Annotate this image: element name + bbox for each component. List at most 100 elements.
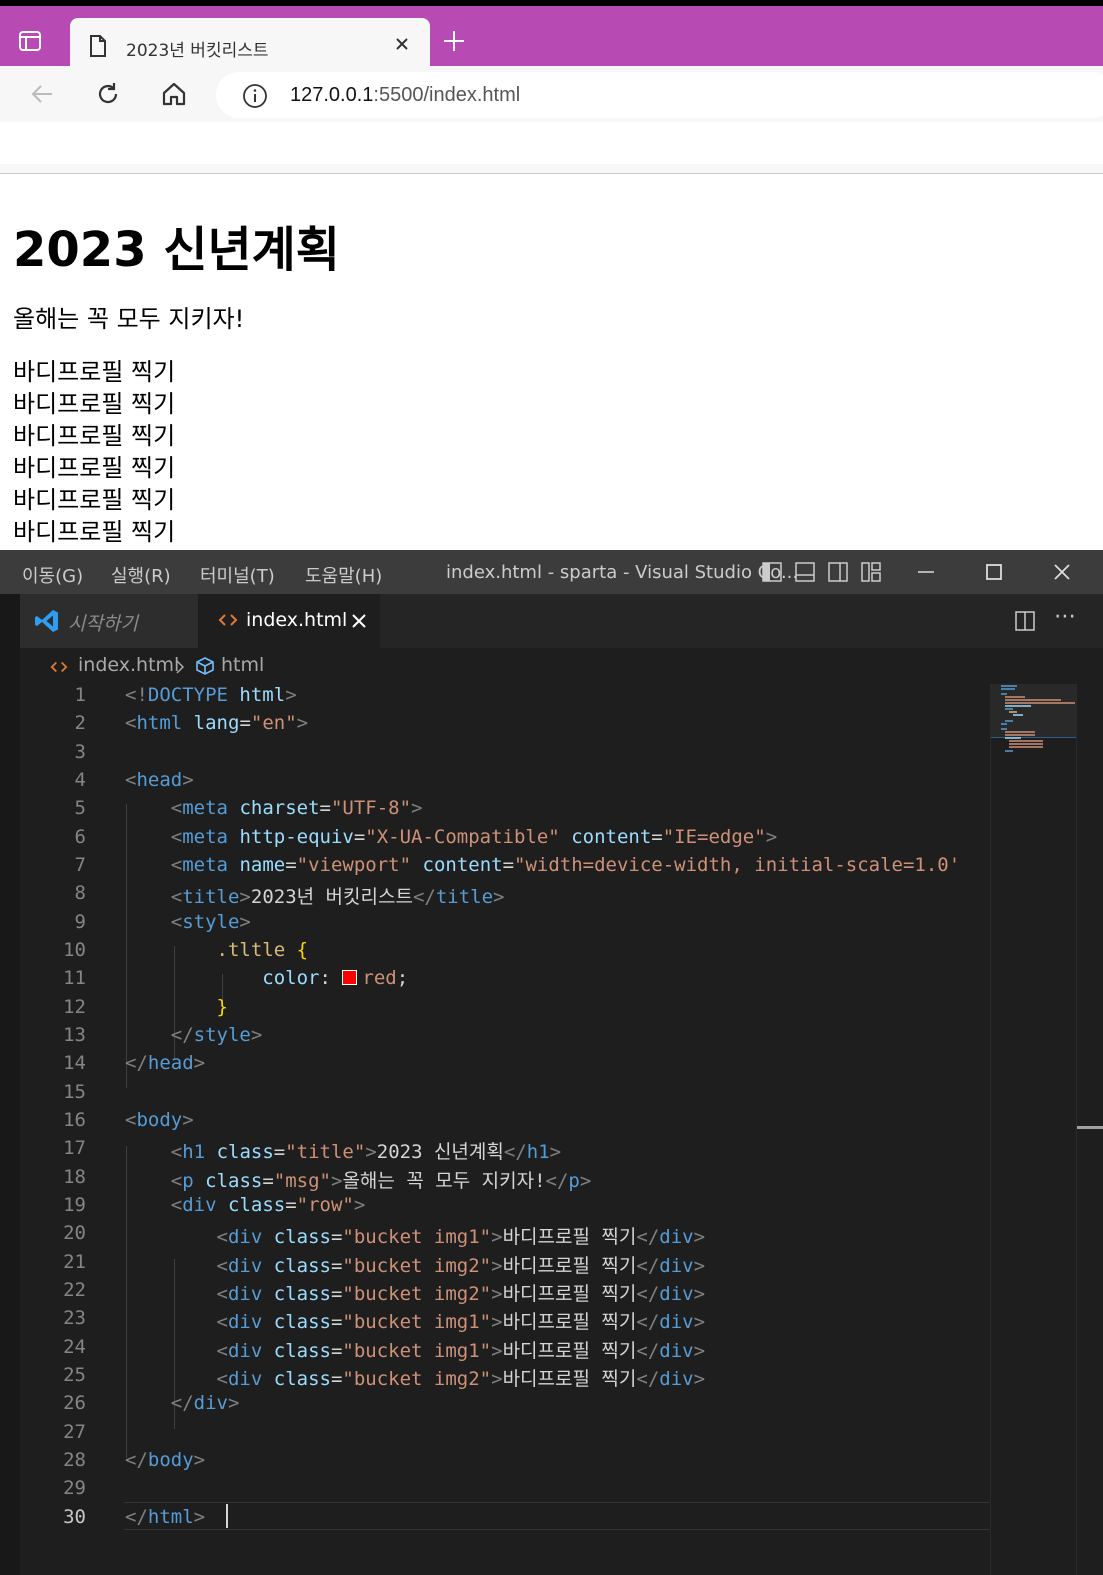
- tab-index-html[interactable]: index.html: [198, 594, 380, 648]
- line-number: 23: [63, 1307, 86, 1329]
- line-number: 1: [74, 684, 86, 706]
- maximize-icon[interactable]: [982, 560, 1006, 588]
- line-number: 4: [74, 769, 86, 791]
- bucket-item: 바디프로필 찍기: [13, 390, 176, 418]
- code-line: <div class="bucket img1">바디프로필 찍기</div>: [216, 1311, 706, 1333]
- bucket-text: 바디프로필 찍기: [502, 1255, 637, 1277]
- text-cursor: [226, 1504, 228, 1528]
- back-arrow-icon[interactable]: [28, 80, 56, 112]
- code-line: <h1 class="title">2023 신년계획</h1>: [170, 1141, 562, 1163]
- line-number-current: 30: [63, 1506, 86, 1528]
- tab-strip: 2023년 버킷리스트: [0, 6, 1103, 72]
- line-number: 28: [63, 1449, 86, 1471]
- breadcrumb-symbol[interactable]: html: [221, 654, 264, 676]
- line-number: 2: [74, 712, 86, 734]
- code-line: <div class="row">: [170, 1194, 366, 1216]
- more-actions-icon[interactable]: ⋯: [1054, 604, 1076, 629]
- vscode-logo-icon: [34, 608, 60, 638]
- bucket-item: 바디프로필 찍기: [13, 518, 176, 546]
- new-tab-icon[interactable]: [442, 29, 466, 57]
- scroll-cursor-marker: [1077, 1126, 1103, 1129]
- line-number: 3: [74, 741, 86, 763]
- refresh-icon[interactable]: [94, 80, 122, 112]
- menu-help[interactable]: 도움말(H): [305, 562, 382, 588]
- code-line: </head>: [125, 1052, 206, 1074]
- toolbar-divider: [0, 164, 1103, 174]
- color-swatch[interactable]: [342, 970, 358, 985]
- tab-index-label: index.html: [246, 609, 348, 631]
- menu-terminal[interactable]: 터미널(T): [200, 562, 275, 588]
- bucket-item: 바디프로필 찍기: [13, 358, 176, 386]
- code-line: <div class="bucket img1">바디프로필 찍기</div>: [216, 1226, 706, 1248]
- code-line: <div class="bucket img2">바디프로필 찍기</div>: [216, 1368, 706, 1390]
- code-line: .tltle {: [216, 939, 309, 961]
- code-line: color: red;: [262, 967, 409, 989]
- code-line: <body>: [125, 1109, 194, 1131]
- code-line: }: [216, 996, 228, 1018]
- close-icon[interactable]: [392, 34, 412, 58]
- address-bar[interactable]: 127.0.0.1:5500/index.html: [216, 72, 1103, 118]
- window-title: index.html - sparta - Visual Studio Co..…: [446, 562, 799, 583]
- line-number: 26: [63, 1392, 86, 1414]
- code-editor[interactable]: 1 2 3 4 5 6 7 8 9 10 11 12 13 14 15 16 1…: [20, 684, 990, 1575]
- code-line: </body>: [125, 1449, 206, 1471]
- browser-tab[interactable]: 2023년 버킷리스트: [70, 18, 430, 72]
- line-number: 7: [74, 854, 86, 876]
- url-host: 127.0.0.1: [290, 84, 374, 106]
- bucket-text: 바디프로필 찍기: [502, 1340, 637, 1362]
- menu-go[interactable]: 이동(G): [22, 562, 83, 588]
- close-window-icon[interactable]: [1050, 560, 1074, 588]
- browser-window: 2023년 버킷리스트 127.0.0.1:5500/index.html 20…: [0, 0, 1103, 550]
- code-line: <meta name="viewport" content="width=dev…: [170, 854, 961, 876]
- minimize-icon[interactable]: [914, 560, 938, 588]
- line-number: 22: [63, 1279, 86, 1301]
- url-path: :5500/index.html: [373, 84, 521, 106]
- toggle-secondary-sidebar-icon[interactable]: [828, 562, 848, 586]
- h1-text: 2023 신년계획: [376, 1141, 504, 1163]
- code-line: <head>: [125, 769, 194, 791]
- line-number: 27: [63, 1421, 86, 1443]
- line-number: 24: [63, 1336, 86, 1358]
- tab-welcome-label: 시작하기: [68, 613, 138, 635]
- code-line: <div class="bucket img1">바디프로필 찍기</div>: [216, 1340, 706, 1362]
- toggle-panel-icon[interactable]: [795, 562, 815, 586]
- editor-tab-bar: 시작하기 index.html ⋯: [20, 594, 1103, 648]
- code-line: <style>: [170, 911, 251, 933]
- line-number: 9: [74, 911, 86, 933]
- vscode-window: 이동(G) 실행(R) 터미널(T) 도움말(H) index.html - s…: [0, 550, 1103, 1575]
- line-number: 16: [63, 1109, 86, 1131]
- code-line: <title>2023년 버킷리스트</title>: [170, 886, 505, 908]
- bucket-text: 바디프로필 찍기: [502, 1368, 637, 1390]
- line-number: 11: [63, 967, 86, 989]
- tab-actions-icon[interactable]: [18, 30, 44, 52]
- code-line: </html>: [125, 1506, 206, 1528]
- nav-bar: 127.0.0.1:5500/index.html: [0, 66, 1103, 122]
- code-line: <div class="bucket img2">바디프로필 찍기</div>: [216, 1283, 706, 1305]
- code-line: </div>: [170, 1392, 240, 1414]
- msg-text: 올해는 꼭 모두 지키자!: [342, 1170, 546, 1192]
- code-line: <meta http-equiv="X-UA-Compatible" conte…: [170, 826, 778, 848]
- breadcrumb-file[interactable]: index.html: [78, 654, 179, 676]
- info-icon[interactable]: [242, 83, 268, 113]
- title-bar: 이동(G) 실행(R) 터미널(T) 도움말(H) index.html - s…: [0, 550, 1103, 594]
- tab-welcome[interactable]: 시작하기: [20, 594, 198, 648]
- home-icon[interactable]: [160, 80, 188, 112]
- bucket-item: 바디프로필 찍기: [13, 454, 176, 482]
- line-number: 10: [63, 939, 86, 961]
- customize-layout-icon[interactable]: [861, 562, 881, 586]
- current-line-highlight: [124, 1502, 990, 1530]
- bucket-text: 바디프로필 찍기: [502, 1311, 637, 1333]
- code-line: <meta charset="UTF-8">: [170, 797, 423, 819]
- line-number: 8: [74, 882, 86, 904]
- vertical-scrollbar[interactable]: [1076, 684, 1103, 1575]
- toggle-primary-sidebar-icon[interactable]: [762, 562, 782, 586]
- minimap-preview: [1001, 685, 1075, 752]
- menu-run[interactable]: 실행(R): [111, 562, 171, 588]
- split-editor-icon[interactable]: [1014, 610, 1036, 636]
- line-number: 13: [63, 1024, 86, 1046]
- close-icon[interactable]: [350, 612, 368, 634]
- minimap[interactable]: [990, 684, 1077, 1575]
- line-number: 19: [63, 1194, 86, 1216]
- bucket-text: 바디프로필 찍기: [502, 1226, 637, 1248]
- line-number: 5: [74, 797, 86, 819]
